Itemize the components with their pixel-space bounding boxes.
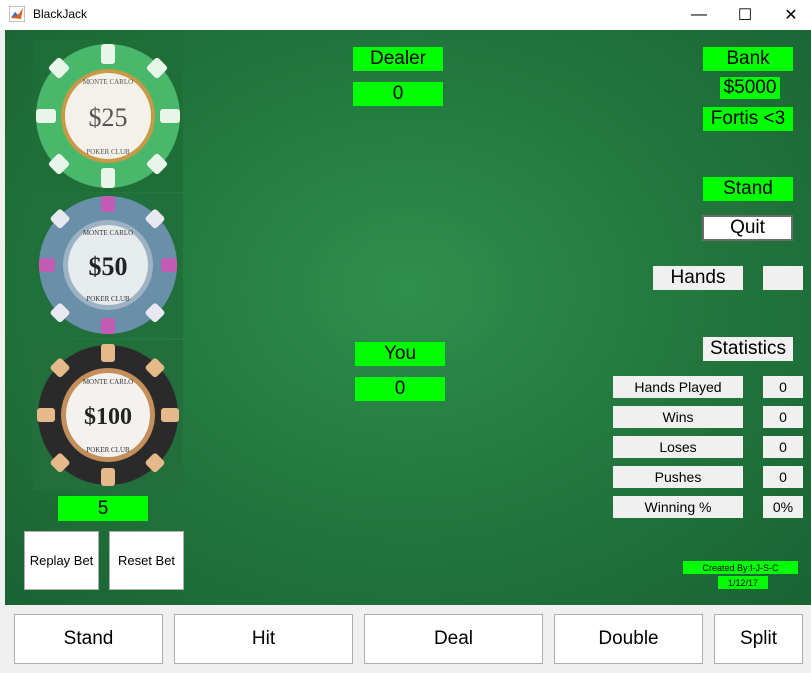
close-button[interactable]: ✕: [768, 0, 811, 30]
player-score: 0: [355, 377, 445, 401]
matlab-app-icon: [9, 6, 25, 22]
window-title: BlackJack: [33, 7, 88, 21]
stat-loses-label: Loses: [613, 436, 743, 458]
stat-pushes-label: Pushes: [613, 466, 743, 488]
double-button[interactable]: Double: [554, 614, 703, 664]
stat-pushes-value: 0: [763, 466, 803, 488]
stat-hands-played-value: 0: [763, 376, 803, 398]
hit-button[interactable]: Hit: [174, 614, 353, 664]
chip-25-brand-top: MONTE CARLO: [83, 78, 133, 86]
deal-button[interactable]: Deal: [364, 614, 543, 664]
chip-50-button[interactable]: MONTE CARLO $50 POKER CLUB: [33, 193, 183, 338]
chip-50-brand-top: MONTE CARLO: [83, 229, 133, 237]
stand-button[interactable]: Stand: [14, 614, 163, 664]
chip-25-label: $25: [89, 103, 128, 132]
quit-button[interactable]: Quit: [702, 215, 793, 241]
stat-wins-label: Wins: [613, 406, 743, 428]
credits-date: 1/12/17: [718, 576, 768, 589]
split-button[interactable]: Split: [714, 614, 803, 664]
chip-50-label: $50: [89, 252, 128, 281]
maximize-button[interactable]: ☐: [722, 0, 768, 30]
stat-wins-value: 0: [763, 406, 803, 428]
reset-bet-button[interactable]: Reset Bet: [109, 531, 184, 590]
chip-100-brand-top: MONTE CARLO: [83, 378, 133, 386]
chip-100-brand-bottom: POKER CLUB: [86, 446, 130, 454]
stand-indicator: Stand: [703, 177, 793, 201]
chip-100-button[interactable]: MONTE CARLO $100 POKER CLUB: [33, 340, 183, 490]
stat-hands-played-label: Hands Played: [613, 376, 743, 398]
chip-50-brand-bottom: POKER CLUB: [86, 295, 130, 303]
hands-label: Hands: [653, 266, 743, 290]
chip-25-brand-bottom: POKER CLUB: [86, 148, 130, 156]
dealer-score: 0: [353, 82, 443, 106]
player-name: Fortis <3: [703, 107, 793, 131]
statistics-title: Statistics: [703, 337, 793, 361]
bet-amount: 5: [58, 496, 148, 521]
chip-25-button[interactable]: MONTE CARLO $25 POKER CLUB: [33, 40, 183, 192]
minimize-button[interactable]: —: [676, 0, 722, 30]
stat-loses-value: 0: [763, 436, 803, 458]
chip-100-label: $100: [84, 404, 132, 430]
title-bar: BlackJack — ☐ ✕: [0, 0, 811, 30]
credits-author: Created By:I-J-S-C: [683, 561, 798, 574]
replay-bet-button[interactable]: Replay Bet: [24, 531, 99, 590]
hands-value: [763, 266, 803, 290]
stat-winning-percent-label: Winning %: [613, 496, 743, 518]
bank-amount: $5000: [720, 77, 780, 99]
stat-winning-percent-value: 0%: [763, 496, 803, 518]
bank-label: Bank: [703, 47, 793, 71]
dealer-label: Dealer: [353, 47, 443, 71]
player-label: You: [355, 342, 445, 366]
